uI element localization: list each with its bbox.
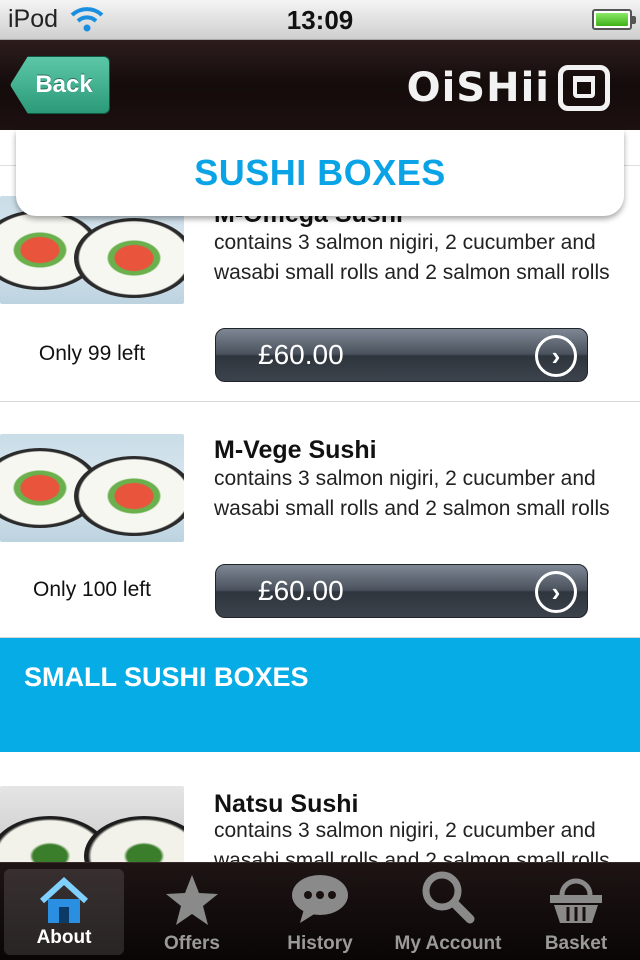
tab-label: History (287, 933, 353, 954)
product-image (0, 434, 184, 542)
bento-box-icon (558, 65, 610, 111)
tab-about[interactable]: About (4, 869, 124, 955)
battery-icon (592, 9, 636, 30)
product-description: contains 3 salmon nigiri, 2 cucumber and… (214, 467, 610, 520)
product-title: Natsu Sushi (214, 790, 359, 818)
tab-basket[interactable]: Basket (512, 863, 640, 960)
price-button[interactable]: £60.00 › (215, 328, 588, 382)
tab-label: My Account (394, 933, 502, 954)
brand-name: OiSHii (406, 65, 550, 111)
product-title: M-Vege Sushi (214, 436, 377, 464)
tab-offers[interactable]: Offers (128, 863, 256, 960)
tab-label: About (36, 927, 92, 948)
status-bar: iPod 13:09 (0, 0, 640, 40)
nav-bar: Back OiSHii (0, 40, 640, 130)
tab-bar: About Offers History My Account Basket (0, 862, 640, 960)
section-header: SMALL SUSHI BOXES (0, 638, 640, 752)
stock-label: Only 99 left (38, 342, 146, 365)
tab-my-account[interactable]: My Account (384, 863, 512, 960)
list-item: Natsu Sushi contains 3 salmon nigiri, 2 … (0, 752, 640, 862)
status-time: 13:09 (286, 5, 354, 35)
house-icon (39, 876, 89, 923)
list-item: M-Vege Sushi contains 3 salmon nigiri, 2… (0, 402, 640, 638)
back-button[interactable]: Back (10, 56, 110, 114)
price-label: £60.00 (258, 575, 344, 606)
product-description: contains 3 salmon nigiri, 2 cucumber and… (214, 819, 610, 862)
tab-label: Basket (544, 933, 608, 954)
brand-logo: OiSHii (406, 65, 610, 111)
price-label: £60.00 (258, 339, 344, 370)
product-list[interactable]: M-Omega Sushi contains 3 salmon nigiri, … (0, 130, 640, 862)
tab-label: Offers (164, 933, 220, 954)
page-title-card: SUSHI BOXES (16, 130, 624, 216)
product-image (0, 786, 184, 862)
star-icon (166, 875, 218, 925)
product-description: contains 3 salmon nigiri, 2 cucumber and… (214, 231, 610, 284)
magnifier-icon (422, 871, 475, 924)
chevron-right-icon: › (535, 335, 577, 377)
chevron-right-icon: › (535, 571, 577, 613)
section-title: SMALL SUSHI BOXES (24, 662, 309, 692)
price-button[interactable]: £60.00 › (215, 564, 588, 618)
stock-label: Only 100 left (33, 578, 151, 601)
tab-history[interactable]: History (256, 863, 384, 960)
page-title: SUSHI BOXES (194, 152, 446, 193)
speech-bubble-icon (292, 875, 348, 923)
basket-icon (550, 878, 602, 923)
